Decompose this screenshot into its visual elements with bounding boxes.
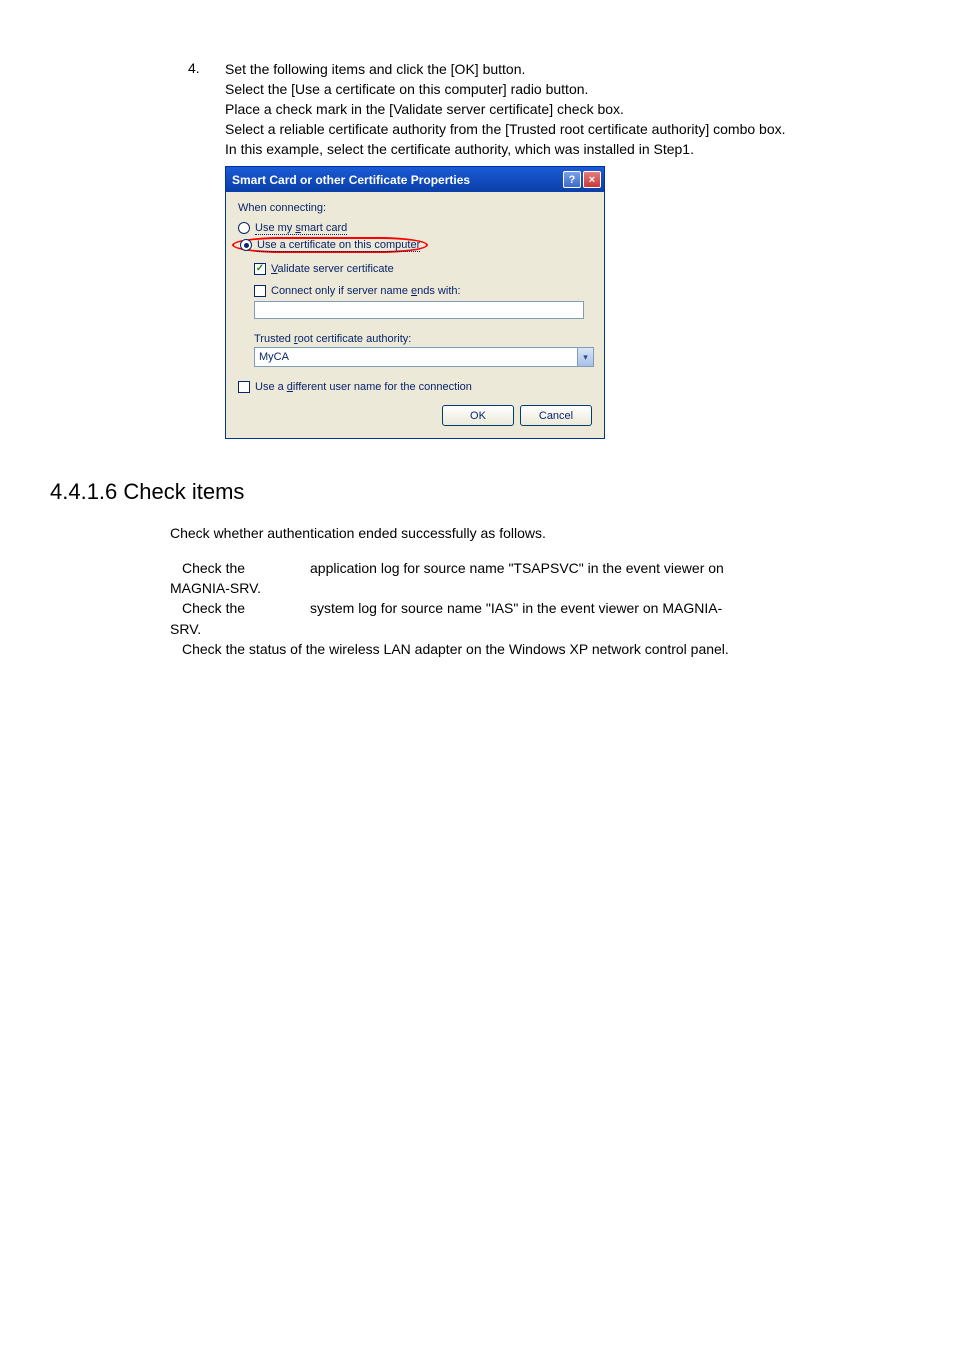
section-intro: Check whether authentication ended succe… <box>170 523 894 543</box>
step-line-2: Select the [Use a certificate on this co… <box>225 80 894 99</box>
checkbox-unchecked-icon <box>254 285 266 297</box>
close-button[interactable]: × <box>583 171 601 188</box>
cancel-button[interactable]: Cancel <box>520 405 592 426</box>
server-name-input[interactable] <box>254 301 584 319</box>
different-user-label: Use a different user name for the connec… <box>255 381 472 393</box>
when-connecting-label: When connecting: <box>238 202 592 214</box>
step-line-5: In this example, select the certificate … <box>225 140 894 159</box>
step-instructions: Set the following items and click the [O… <box>225 60 894 158</box>
check-item-2: Check the system log for source name "IA… <box>170 598 894 639</box>
checkbox-unchecked-icon <box>238 381 250 393</box>
radio-icon <box>238 222 250 234</box>
section-heading: 4.4.1.6 Check items <box>50 479 894 505</box>
ok-button[interactable]: OK <box>442 405 514 426</box>
validate-server-checkbox-row[interactable]: ✓ Validate server certificate <box>254 263 592 275</box>
trusted-root-combo[interactable]: MyCA ▾ <box>254 347 594 367</box>
radio-use-certificate-label[interactable]: Use a certificate on this computer <box>257 239 420 251</box>
step-line-3: Place a check mark in the [Validate serv… <box>225 100 894 119</box>
dialog-title: Smart Card or other Certificate Properti… <box>232 173 563 187</box>
trusted-root-label: Trusted root certificate authority: <box>254 333 592 345</box>
radio-icon-selected <box>240 239 252 251</box>
different-user-checkbox-row[interactable]: Use a different user name for the connec… <box>238 381 592 393</box>
check-item-1: Check the application log for source nam… <box>170 558 894 599</box>
help-button[interactable]: ? <box>563 171 581 188</box>
checkbox-checked-icon: ✓ <box>254 263 266 275</box>
step-number: 4. <box>188 60 200 76</box>
step-line-4: Select a reliable certificate authority … <box>225 120 894 139</box>
highlight-oval: Use a certificate on this computer <box>232 237 428 253</box>
radio-smart-card[interactable]: Use my smart card <box>238 222 592 234</box>
dialog-titlebar: Smart Card or other Certificate Properti… <box>226 167 604 192</box>
combo-selected-value: MyCA <box>255 351 577 363</box>
connect-only-label: Connect only if server name ends with: <box>271 285 461 297</box>
radio-smart-card-label: Use my smart card <box>255 222 347 234</box>
step-line-1: Set the following items and click the [O… <box>225 60 894 79</box>
validate-server-label: Validate server certificate <box>271 263 394 275</box>
check-item-3: Check the status of the wireless LAN ada… <box>170 639 894 659</box>
certificate-properties-dialog: Smart Card or other Certificate Properti… <box>225 166 605 439</box>
chevron-down-icon[interactable]: ▾ <box>577 348 593 366</box>
connect-only-checkbox-row[interactable]: Connect only if server name ends with: <box>254 285 592 297</box>
